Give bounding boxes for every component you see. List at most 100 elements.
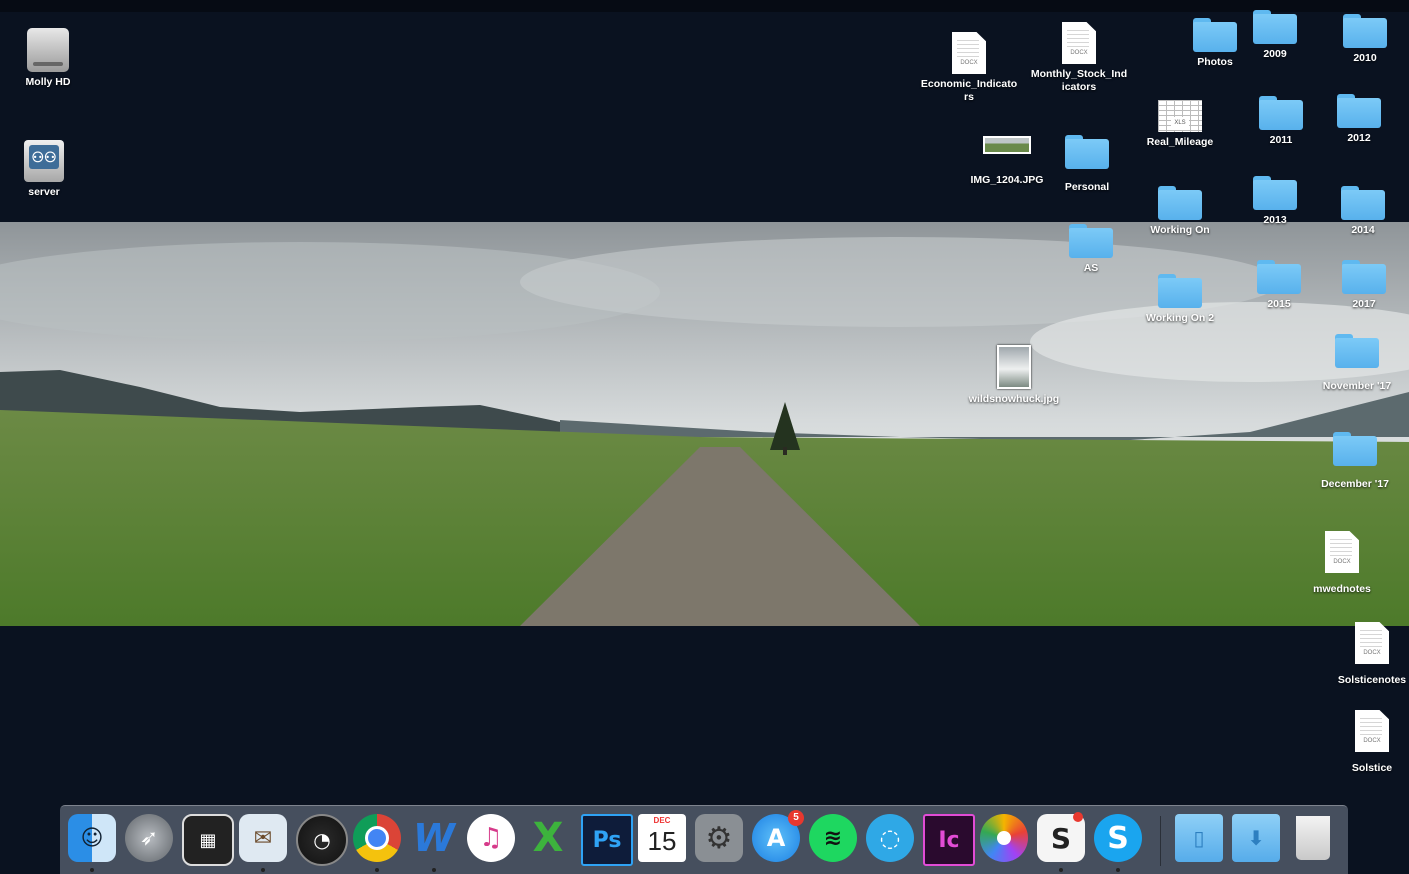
icon-label: Real_Mileage	[1146, 136, 1214, 148]
docx-file-icon: DOCX	[952, 32, 986, 74]
desktop-icon-molly-hd[interactable]: Molly HD	[12, 28, 84, 89]
icon-label: 2009	[1263, 48, 1287, 60]
dock-system-preferences[interactable]: ⚙	[695, 814, 743, 862]
word-icon: W	[413, 816, 455, 860]
folder-working-on-2[interactable]: Working On 2	[1140, 274, 1220, 325]
icon-label: 2012	[1347, 132, 1371, 144]
icon-label: Photos	[1197, 56, 1233, 68]
dock-messages[interactable]: ◌	[866, 814, 914, 862]
folder-december-17[interactable]: December '17	[1315, 432, 1395, 491]
dock-mail[interactable]: ✉	[239, 814, 287, 872]
network-server-icon: ⚇⚇	[24, 140, 64, 182]
folder-2010[interactable]: 2010	[1335, 14, 1395, 65]
dashboard-icon: ◔	[313, 828, 331, 852]
excel-icon: X	[532, 815, 564, 861]
documents-folder-icon: ▯	[1193, 826, 1205, 850]
image-img-1204[interactable]: IMG_1204.JPG	[962, 136, 1052, 187]
document-economic-indicators[interactable]: DOCX Economic_Indicators	[920, 32, 1018, 104]
folder-2017[interactable]: 2017	[1334, 260, 1394, 311]
folder-personal[interactable]: Personal	[1057, 135, 1117, 194]
folder-icon	[1342, 260, 1386, 294]
folder-2014[interactable]: 2014	[1333, 186, 1393, 237]
icon-label: AS	[1083, 262, 1099, 274]
icon-label: Solstice	[1351, 762, 1393, 774]
folder-icon	[1069, 224, 1113, 258]
folder-2015[interactable]: 2015	[1249, 260, 1309, 311]
document-solsticenotes[interactable]: DOCX Solsticenotes	[1330, 622, 1409, 687]
gear-icon: ⚙	[705, 820, 733, 856]
icon-label: Working On	[1150, 224, 1210, 236]
hard-drive-icon	[27, 28, 69, 72]
notification-badge	[1073, 812, 1083, 822]
document-solstice[interactable]: DOCX Solstice	[1332, 710, 1409, 775]
skype-icon: S	[1107, 820, 1129, 856]
folder-icon	[1259, 96, 1303, 130]
icon-label: 2015	[1267, 298, 1291, 310]
folder-icon	[1158, 274, 1202, 308]
spotify-icon: ≋	[823, 825, 843, 851]
desktop-icon-server[interactable]: ⚇⚇ server	[8, 140, 80, 199]
dock-chrome[interactable]	[353, 814, 401, 872]
dock-itunes[interactable]: ♫	[467, 814, 515, 862]
icon-label: 2014	[1351, 224, 1375, 236]
docx-file-icon: DOCX	[1355, 710, 1389, 752]
image-thumbnail-icon	[997, 345, 1031, 389]
folder-november-17[interactable]: November '17	[1317, 334, 1397, 393]
folder-icon	[1333, 432, 1377, 466]
dock-photoshop[interactable]: Ps	[581, 814, 633, 866]
dock-skype[interactable]: S	[1094, 814, 1142, 872]
image-wildsnowhuck[interactable]: wildsnowhuck.jpg	[968, 345, 1060, 406]
icon-label: Economic_Indicators	[920, 78, 1018, 103]
photos-flower-icon	[980, 814, 1028, 862]
dock-app-store[interactable]: A 5	[752, 810, 804, 862]
dock-preview[interactable]: ▦	[182, 814, 234, 866]
folder-photos[interactable]: Photos	[1185, 18, 1245, 69]
document-mwednotes[interactable]: DOCX mwednotes	[1302, 531, 1382, 596]
folder-2012[interactable]: 2012	[1329, 94, 1389, 145]
icon-label: Molly HD	[25, 76, 71, 88]
spreadsheet-real-mileage[interactable]: XLS Real_Mileage	[1140, 100, 1220, 149]
dock-spotify[interactable]: ≋	[809, 814, 857, 862]
document-monthly-stock-indicators[interactable]: DOCX Monthly_Stock_Indicators	[1030, 22, 1128, 94]
icon-label: Solsticenotes	[1337, 674, 1407, 686]
folder-2013[interactable]: 2013	[1245, 176, 1305, 227]
dock-photos[interactable]	[980, 814, 1028, 862]
xls-file-icon: XLS	[1158, 100, 1202, 132]
icon-label: server	[28, 186, 60, 198]
chrome-icon	[353, 814, 401, 862]
folder-icon	[1341, 186, 1385, 220]
calendar-day: 15	[647, 826, 677, 856]
dock-downloads-stack[interactable]: ⬇	[1232, 814, 1280, 862]
photoshop-icon: Ps	[592, 827, 622, 853]
preview-icon: ▦	[199, 829, 217, 851]
dock-documents-stack[interactable]: ▯	[1175, 814, 1223, 862]
icon-label: December '17	[1321, 478, 1389, 490]
calendar-month: DEC	[653, 816, 671, 825]
folder-2009[interactable]: 2009	[1245, 10, 1305, 61]
dock-trash[interactable]	[1289, 814, 1337, 862]
folder-icon	[1337, 94, 1381, 128]
icon-label: 2017	[1352, 298, 1376, 310]
icon-label: November '17	[1322, 380, 1392, 392]
dock-word[interactable]: W	[410, 814, 458, 872]
dock-finder[interactable]: ☺	[68, 814, 116, 872]
icon-label: 2013	[1263, 214, 1287, 226]
chat-bubble-icon: ◌	[879, 824, 901, 852]
downloads-folder-icon: ⬇	[1247, 826, 1265, 850]
icon-label: wildsnowhuck.jpg	[968, 393, 1060, 405]
dock-excel[interactable]: X	[524, 814, 572, 862]
icon-label: IMG_1204.JPG	[970, 174, 1044, 186]
dock-slack[interactable]: S	[1037, 812, 1085, 872]
folder-2011[interactable]: 2011	[1251, 96, 1311, 147]
folder-as[interactable]: AS	[1061, 224, 1121, 275]
image-thumbnail-icon	[983, 136, 1031, 154]
folder-icon	[1257, 260, 1301, 294]
folder-working-on[interactable]: Working On	[1140, 186, 1220, 237]
dock-separator	[1160, 816, 1161, 866]
dock-calendar[interactable]: DEC 15	[638, 814, 686, 862]
dock-dashboard[interactable]: ◔	[296, 814, 348, 866]
dock-incopy[interactable]: Ic	[923, 814, 975, 866]
folder-icon	[1065, 135, 1109, 169]
dock-launchpad[interactable]: ➶	[125, 814, 173, 862]
rocket-icon: ➶	[139, 825, 159, 851]
